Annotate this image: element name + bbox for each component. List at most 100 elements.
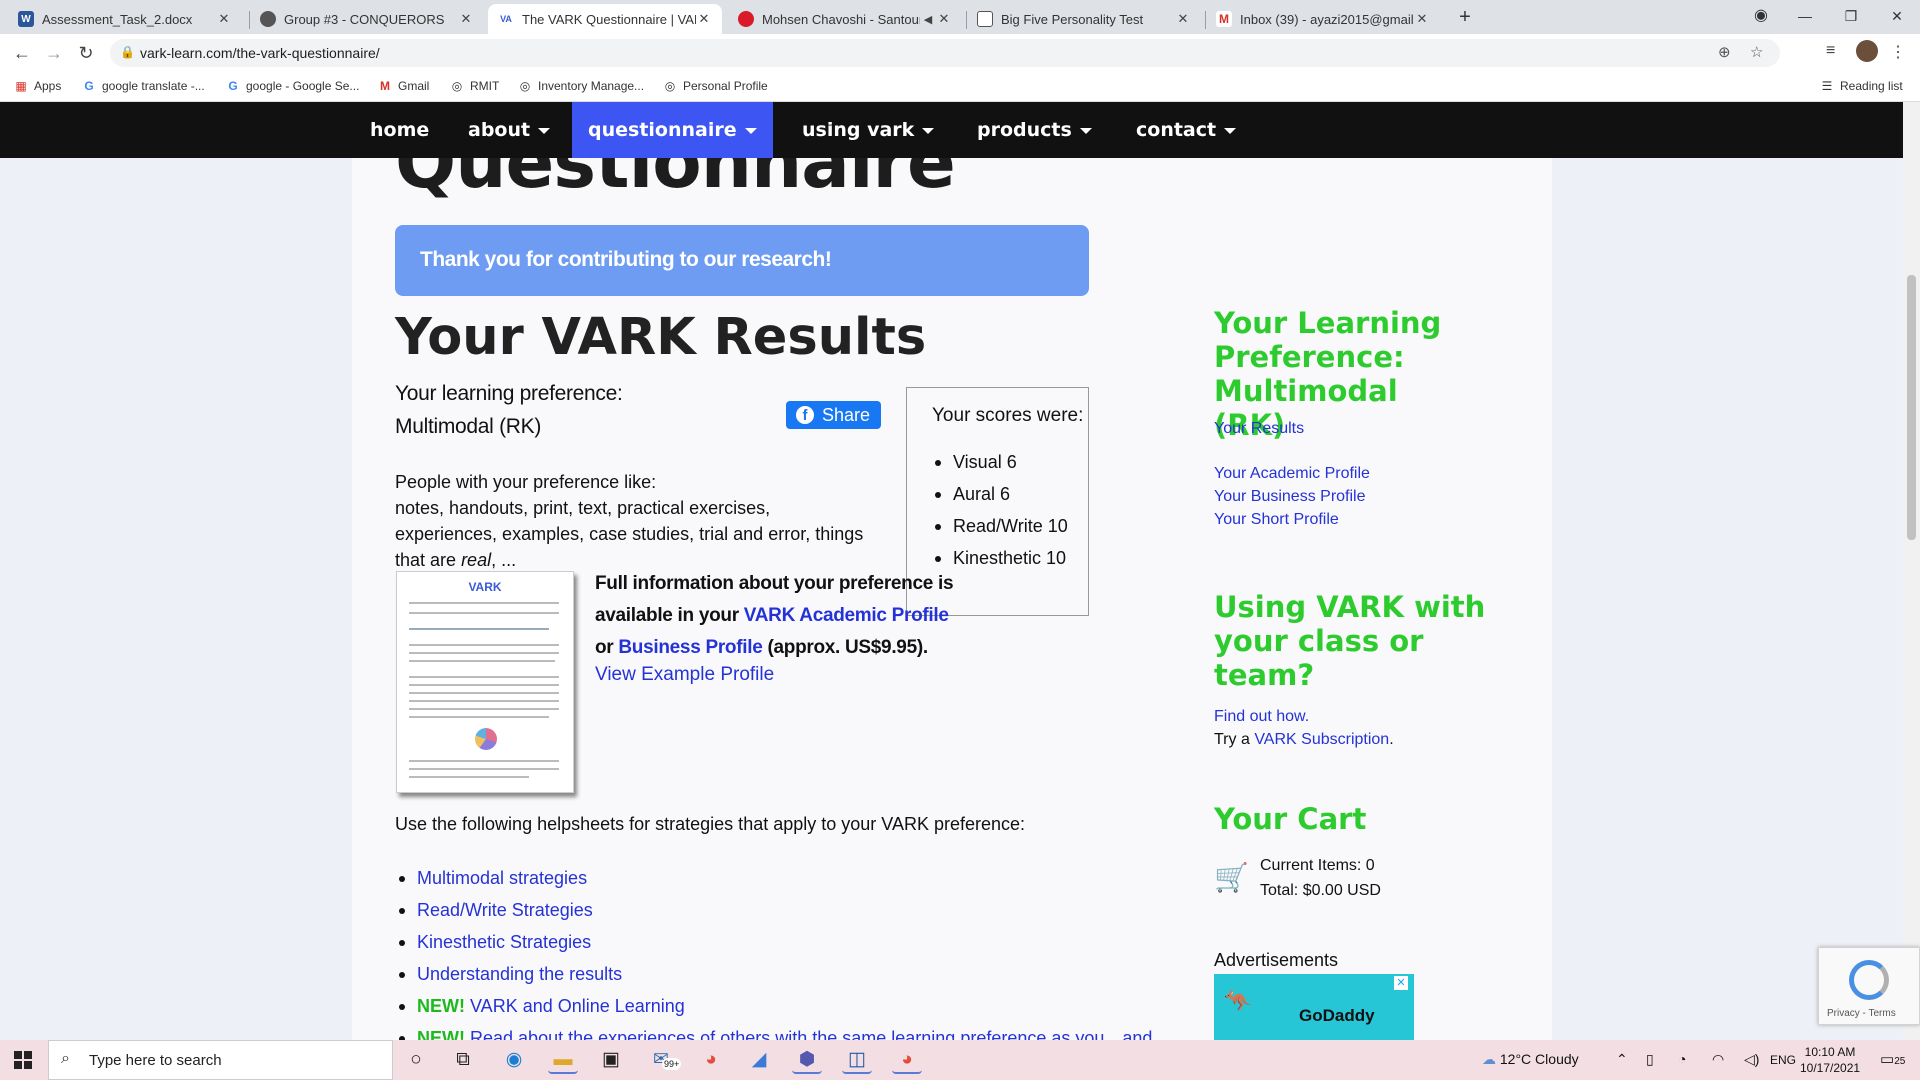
short-profile-sidebar-link[interactable]: Your Short Profile <box>1214 511 1339 529</box>
view-example-profile-link[interactable]: View Example Profile <box>595 664 774 686</box>
system-clock[interactable]: 10:10 AM 10/17/2021 <box>1800 1044 1860 1076</box>
nav-home[interactable]: home <box>354 102 445 158</box>
gmail-icon: M <box>380 79 390 93</box>
reading-list[interactable]: ☰ Reading list <box>1820 79 1903 93</box>
store-icon[interactable]: ▣ <box>596 1046 626 1074</box>
menu-icon[interactable]: ⋮ <box>1890 42 1906 62</box>
device-icon[interactable]: ▯ <box>1646 1051 1654 1068</box>
nav-questionnaire[interactable]: questionnaire <box>572 102 773 158</box>
bookmark-gmail[interactable]: M Gmail <box>378 79 429 93</box>
nav-about[interactable]: about <box>452 102 566 158</box>
back-button[interactable]: ← <box>10 42 34 66</box>
start-button[interactable] <box>0 1040 46 1080</box>
close-window-button[interactable]: ✕ <box>1874 0 1920 34</box>
list-item[interactable]: Understanding the results <box>395 964 1152 996</box>
chrome-active-icon[interactable]: ◕ <box>892 1046 922 1074</box>
your-results-link[interactable]: Your Results <box>1214 420 1304 438</box>
restore-button[interactable]: ❐ <box>1828 0 1874 34</box>
volume-icon[interactable]: ◁) <box>1744 1051 1759 1068</box>
facebook-icon: f <box>796 406 814 424</box>
wifi-icon[interactable]: ◠ <box>1712 1051 1724 1068</box>
thanks-banner: Thank you for contributing to our resear… <box>395 225 1089 296</box>
reload-button[interactable]: ↻ <box>74 42 98 66</box>
chrome-icon[interactable]: ◕ <box>696 1046 726 1074</box>
academic-profile-sidebar-link[interactable]: Your Academic Profile <box>1214 465 1370 483</box>
taskbar-search-input[interactable]: ⌕ Type here to search <box>48 1040 393 1080</box>
bookmark-rmit[interactable]: ◎ RMIT <box>450 79 500 93</box>
facebook-share-button[interactable]: f Share <box>786 401 881 429</box>
new-tab-button[interactable]: + <box>1454 6 1476 28</box>
academic-profile-link[interactable]: VARK Academic Profile <box>744 605 949 626</box>
url-text: vark-learn.com/the-vark-questionnaire/ <box>140 45 380 61</box>
list-item[interactable]: NEW! Read about the experiences of other… <box>395 1028 1152 1040</box>
close-icon[interactable]: ✕ <box>696 11 712 27</box>
tab-gmail[interactable]: M Inbox (39) - ayazi2015@gmail.com ✕ <box>1206 4 1440 34</box>
page-scrollbar[interactable] <box>1903 102 1920 1040</box>
list-item[interactable]: Kinesthetic Strategies <box>395 932 1152 964</box>
pie-chart-icon <box>475 728 497 750</box>
bookmark-star-icon[interactable]: ☆ <box>1750 43 1763 61</box>
cortana-icon[interactable]: ○ <box>401 1046 431 1074</box>
avatar[interactable] <box>1856 40 1878 62</box>
nav-products[interactable]: products <box>961 102 1108 158</box>
ad-close-icon[interactable]: ✕ <box>1394 976 1408 990</box>
close-icon[interactable]: ✕ <box>458 11 474 27</box>
notification-center-button[interactable]: ▭25 <box>1880 1050 1905 1068</box>
task-view-icon[interactable]: ⧉ <box>448 1046 478 1074</box>
find-out-link[interactable]: Find out how. <box>1214 708 1309 726</box>
weather-widget[interactable]: ☁ 12°C Cloudy <box>1482 1051 1579 1068</box>
nav-contact[interactable]: contact <box>1120 102 1252 158</box>
thanks-text: Thank you for contributing to our resear… <box>420 248 832 271</box>
file-explorer-icon[interactable]: ▬ <box>548 1046 578 1074</box>
example-profile-thumbnail[interactable]: VARK <box>396 571 574 793</box>
scrollbar-thumb[interactable] <box>1907 275 1916 540</box>
minimize-button[interactable]: — <box>1782 0 1828 34</box>
url-field[interactable]: 🔒 vark-learn.com/the-vark-questionnaire/… <box>110 39 1780 67</box>
tab-santouri[interactable]: Mohsen Chavoshi - Santouri ◀ ✕ <box>728 4 962 34</box>
notes-icon[interactable]: ◫ <box>842 1046 872 1074</box>
preference-value: Multimodal (RK) <box>395 415 542 438</box>
mail-icon[interactable]: ✉ 99+ <box>646 1046 682 1074</box>
tab-assessment[interactable]: W Assessment_Task_2.docx ✕ <box>8 4 242 34</box>
chevron-up-icon[interactable]: ⌃ <box>1616 1051 1628 1068</box>
forward-button[interactable]: → <box>42 42 66 66</box>
bookmark-apps[interactable]: ▦ Apps <box>14 79 61 93</box>
bookmark-personal-profile[interactable]: ◎ Personal Profile <box>663 79 768 93</box>
bookmark-inventory[interactable]: ◎ Inventory Manage... <box>518 79 644 93</box>
list-item[interactable]: Multimodal strategies <box>395 868 1152 900</box>
list-item[interactable]: Read/Write Strategies <box>395 900 1152 932</box>
media-control-icon[interactable]: ≡ <box>1826 42 1835 60</box>
tab-search-icon[interactable]: ◉ <box>1738 0 1784 34</box>
preference-label: Your learning preference: <box>395 382 623 405</box>
recaptcha-links[interactable]: Privacy - Terms <box>1827 1008 1896 1019</box>
bookmark-google-search[interactable]: Ggoogle - Google Se... <box>226 79 359 93</box>
tab-vark[interactable]: VA The VARK Questionnaire | VARK ✕ <box>488 4 722 34</box>
close-icon[interactable]: ✕ <box>936 11 952 27</box>
vark-subscription-link[interactable]: VARK Subscription <box>1254 731 1389 748</box>
business-profile-sidebar-link[interactable]: Your Business Profile <box>1214 488 1366 506</box>
close-icon[interactable]: ✕ <box>216 11 232 27</box>
shopping-cart-icon[interactable]: 🛒 <box>1214 861 1256 893</box>
advertisement-banner[interactable]: 🦘 GoDaddy ✕ <box>1214 974 1414 1040</box>
language-indicator[interactable]: ENG <box>1770 1053 1796 1067</box>
close-icon[interactable]: ✕ <box>1175 11 1191 27</box>
recaptcha-badge[interactable]: Privacy - Terms <box>1818 947 1920 1025</box>
edge-icon[interactable]: ◉ <box>499 1046 529 1074</box>
vark-icon: VA <box>498 11 514 27</box>
globe-icon: ◎ <box>664 79 676 93</box>
tab-bigfive[interactable]: Big Five Personality Test ✕ <box>967 4 1201 34</box>
mute-icon[interactable]: ◀ <box>920 13 936 26</box>
tab-title: Group #3 - CONQUERORS <box>284 11 445 27</box>
app-icon[interactable]: ◢ <box>744 1046 774 1074</box>
business-profile-link[interactable]: Business Profile <box>618 637 762 658</box>
network-icon[interactable]: ◔ <box>1678 1051 1686 1067</box>
bookmark-google-translate[interactable]: Ggoogle translate -... <box>82 79 204 93</box>
close-icon[interactable]: ✕ <box>1414 11 1430 27</box>
tab-group[interactable]: Group #3 - CONQUERORS ✕ <box>250 4 484 34</box>
nav-using-vark[interactable]: using vark <box>786 102 950 158</box>
reading-list-icon: ☰ <box>1821 79 1833 93</box>
list-item[interactable]: NEW! VARK and Online Learning <box>395 996 1152 1028</box>
teams-icon[interactable]: ⬢ <box>792 1046 822 1074</box>
zoom-icon[interactable]: ⊕ <box>1718 43 1731 61</box>
share-label: Share <box>822 404 871 425</box>
